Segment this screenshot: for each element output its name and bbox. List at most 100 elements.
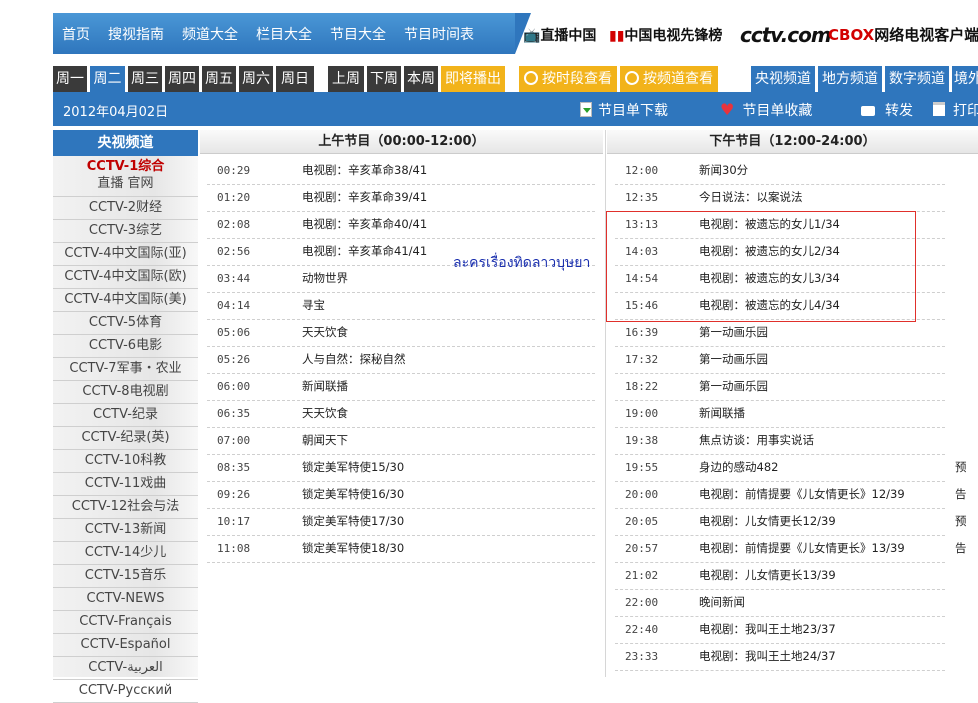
live-china-link[interactable]: 📺直播中国 <box>523 25 596 45</box>
program-title[interactable]: 电视剧：前情提要《儿女情更长》12/39 <box>699 481 905 508</box>
tv-chart-link[interactable]: ▮▮中国电视先锋榜 <box>609 25 722 45</box>
program-title[interactable]: 动物世界 <box>302 265 348 292</box>
program-title[interactable]: 身边的感动482 <box>699 454 778 481</box>
program-title[interactable]: 新闻联播 <box>302 373 348 400</box>
program-title[interactable]: 电视剧：我叫王土地24/37 <box>699 643 836 670</box>
nav-programs[interactable]: 节目大全 <box>321 24 395 44</box>
program-title[interactable]: 锁定美军特使15/30 <box>302 454 404 481</box>
schedule-row[interactable]: 10:17 锁定美军特使17/30 <box>207 508 595 536</box>
program-title[interactable]: 锁定美军特使18/30 <box>302 535 404 562</box>
schedule-row[interactable]: 06:00 新闻联播 <box>207 373 595 401</box>
tab-friday[interactable]: 周五 <box>202 66 236 92</box>
tab-saturday[interactable]: 周六 <box>239 66 273 92</box>
channel-item[interactable]: CCTV-7军事・农业 <box>53 358 198 381</box>
channel-item[interactable]: CCTV-12社会与法 <box>53 496 198 519</box>
print-button[interactable]: 打印 <box>933 100 978 120</box>
program-title[interactable]: 电视剧：辛亥革命40/41 <box>302 211 427 238</box>
program-title[interactable]: 电视剧：儿女情更长12/39 <box>699 508 836 535</box>
program-title[interactable]: 天天饮食 <box>302 319 348 346</box>
nav-home[interactable]: 首页 <box>53 24 99 44</box>
schedule-row[interactable]: 05:26 人与自然：探秘自然 <box>207 346 595 374</box>
program-title[interactable]: 天天饮食 <box>302 400 348 427</box>
nav-channels[interactable]: 频道大全 <box>173 24 247 44</box>
tab-overseas-channels[interactable]: 境外 <box>952 66 978 92</box>
schedule-row[interactable]: 20:05 电视剧：儿女情更长12/39 预告 <box>615 508 967 555</box>
channel-item[interactable]: CCTV-8电视剧 <box>53 381 198 404</box>
tab-last-week[interactable]: 上周 <box>328 66 364 92</box>
program-title[interactable]: 第一动画乐园 <box>699 346 768 373</box>
program-title[interactable]: 晚间新闻 <box>699 589 745 616</box>
channel-item[interactable]: CCTV-15音乐 <box>53 565 198 588</box>
nav-columns[interactable]: 栏目大全 <box>247 24 321 44</box>
program-title[interactable]: 寻宝 <box>302 292 325 319</box>
tab-upcoming[interactable]: 即将播出 <box>441 66 505 92</box>
schedule-row[interactable]: 07:00 朝闻天下 <box>207 427 595 455</box>
favorite-button[interactable]: ♥ 节目单收藏 <box>720 100 812 120</box>
channel-item[interactable]: CCTV-纪录 <box>53 404 198 427</box>
channel-item[interactable]: CCTV-6电影 <box>53 335 198 358</box>
program-title[interactable]: 今日说法：以案说法 <box>699 184 803 211</box>
schedule-row[interactable]: 19:38 焦点访谈：用事实说话 <box>615 427 945 455</box>
tab-this-week[interactable]: 本周 <box>404 66 438 92</box>
channel-item[interactable]: CCTV-11戏曲 <box>53 473 198 496</box>
channel-item[interactable]: CCTV-14少儿 <box>53 542 198 565</box>
program-title[interactable]: 新闻30分 <box>699 157 748 184</box>
tab-local-channels[interactable]: 地方频道 <box>818 66 882 92</box>
schedule-row[interactable]: 12:35 今日说法：以案说法 <box>615 184 945 212</box>
by-time-button[interactable]: 按时段查看 <box>519 66 617 92</box>
schedule-row[interactable]: 23:33 电视剧：我叫王土地24/37 <box>615 643 945 671</box>
download-button[interactable]: 节目单下载 <box>580 100 668 120</box>
schedule-row[interactable]: 19:55 身边的感动482 预告 <box>615 454 967 501</box>
channel-item[interactable]: CCTV-4中文国际(欧) <box>53 266 198 289</box>
preview-link[interactable]: 预告 <box>955 454 967 508</box>
program-title[interactable]: 电视剧：辛亥革命39/41 <box>302 184 427 211</box>
channel-cctv1[interactable]: CCTV-1综合 <box>53 156 198 175</box>
cctv-logo[interactable]: cctv.com <box>740 23 832 47</box>
schedule-row[interactable]: 05:06 天天饮食 <box>207 319 595 347</box>
program-title[interactable]: 电视剧：辛亥革命41/41 <box>302 238 427 265</box>
program-title[interactable]: 焦点访谈：用事实说话 <box>699 427 814 454</box>
schedule-row[interactable]: 18:22 第一动画乐园 <box>615 373 945 401</box>
channel-item[interactable]: CCTV-Français <box>53 611 198 634</box>
program-title[interactable]: 新闻联播 <box>699 400 745 427</box>
channel-cctv1-links[interactable]: 直播 官网 <box>53 175 198 197</box>
schedule-row[interactable]: 04:14 寻宝 <box>207 292 595 320</box>
schedule-row[interactable]: 00:29 电视剧：辛亥革命38/41 <box>207 157 595 185</box>
schedule-row[interactable]: 16:39 第一动画乐园 <box>615 319 945 347</box>
program-title[interactable]: 电视剧：辛亥革命38/41 <box>302 157 427 184</box>
tab-cctv-channels[interactable]: 央视频道 <box>751 66 815 92</box>
schedule-row[interactable]: 01:20 电视剧：辛亥革命39/41 <box>207 184 595 212</box>
channel-item[interactable]: CCTV-Русский <box>53 680 198 703</box>
share-button[interactable]: 转发 <box>861 100 913 120</box>
schedule-row[interactable]: 09:26 锁定美军特使16/30 <box>207 481 595 509</box>
program-title[interactable]: 电视剧：我叫王土地23/37 <box>699 616 836 643</box>
tab-tuesday[interactable]: 周二 <box>90 66 125 92</box>
schedule-row[interactable]: 08:35 锁定美军特使15/30 <box>207 454 595 482</box>
channel-item[interactable]: CCTV-5体育 <box>53 312 198 335</box>
program-title[interactable]: 电视剧：儿女情更长13/39 <box>699 562 836 589</box>
program-title[interactable]: 朝闻天下 <box>302 427 348 454</box>
channel-item[interactable]: CCTV-Español <box>53 634 198 657</box>
tab-thursday[interactable]: 周四 <box>165 66 199 92</box>
schedule-row[interactable]: 22:00 晚间新闻 <box>615 589 945 617</box>
program-title[interactable]: 人与自然：探秘自然 <box>302 346 406 373</box>
tab-wednesday[interactable]: 周三 <box>128 66 162 92</box>
schedule-row[interactable]: 17:32 第一动画乐园 <box>615 346 945 374</box>
tab-digital-channels[interactable]: 数字频道 <box>885 66 949 92</box>
schedule-row[interactable]: 02:08 电视剧：辛亥革命40/41 <box>207 211 595 239</box>
preview-link[interactable]: 预告 <box>955 508 967 562</box>
tab-sunday[interactable]: 周日 <box>276 66 314 92</box>
cbox-link[interactable]: CBOX网络电视客户端 <box>828 24 978 45</box>
schedule-row[interactable]: 06:35 天天饮食 <box>207 400 595 428</box>
tab-next-week[interactable]: 下周 <box>367 66 401 92</box>
program-title[interactable]: 锁定美军特使17/30 <box>302 508 404 535</box>
channel-item[interactable]: CCTV-4中文国际(美) <box>53 289 198 312</box>
channel-item[interactable]: CCTV-NEWS <box>53 588 198 611</box>
channel-item[interactable]: CCTV-3综艺 <box>53 220 198 243</box>
channel-item[interactable]: CCTV-10科教 <box>53 450 198 473</box>
channel-item[interactable]: CCTV-13新闻 <box>53 519 198 542</box>
schedule-row[interactable]: 20:57 电视剧：前情提要《儿女情更长》13/39 <box>615 535 945 563</box>
schedule-row[interactable]: 11:08 锁定美军特使18/30 <box>207 535 595 563</box>
channel-item[interactable]: CCTV-2财经 <box>53 197 198 220</box>
program-title[interactable]: 第一动画乐园 <box>699 319 768 346</box>
